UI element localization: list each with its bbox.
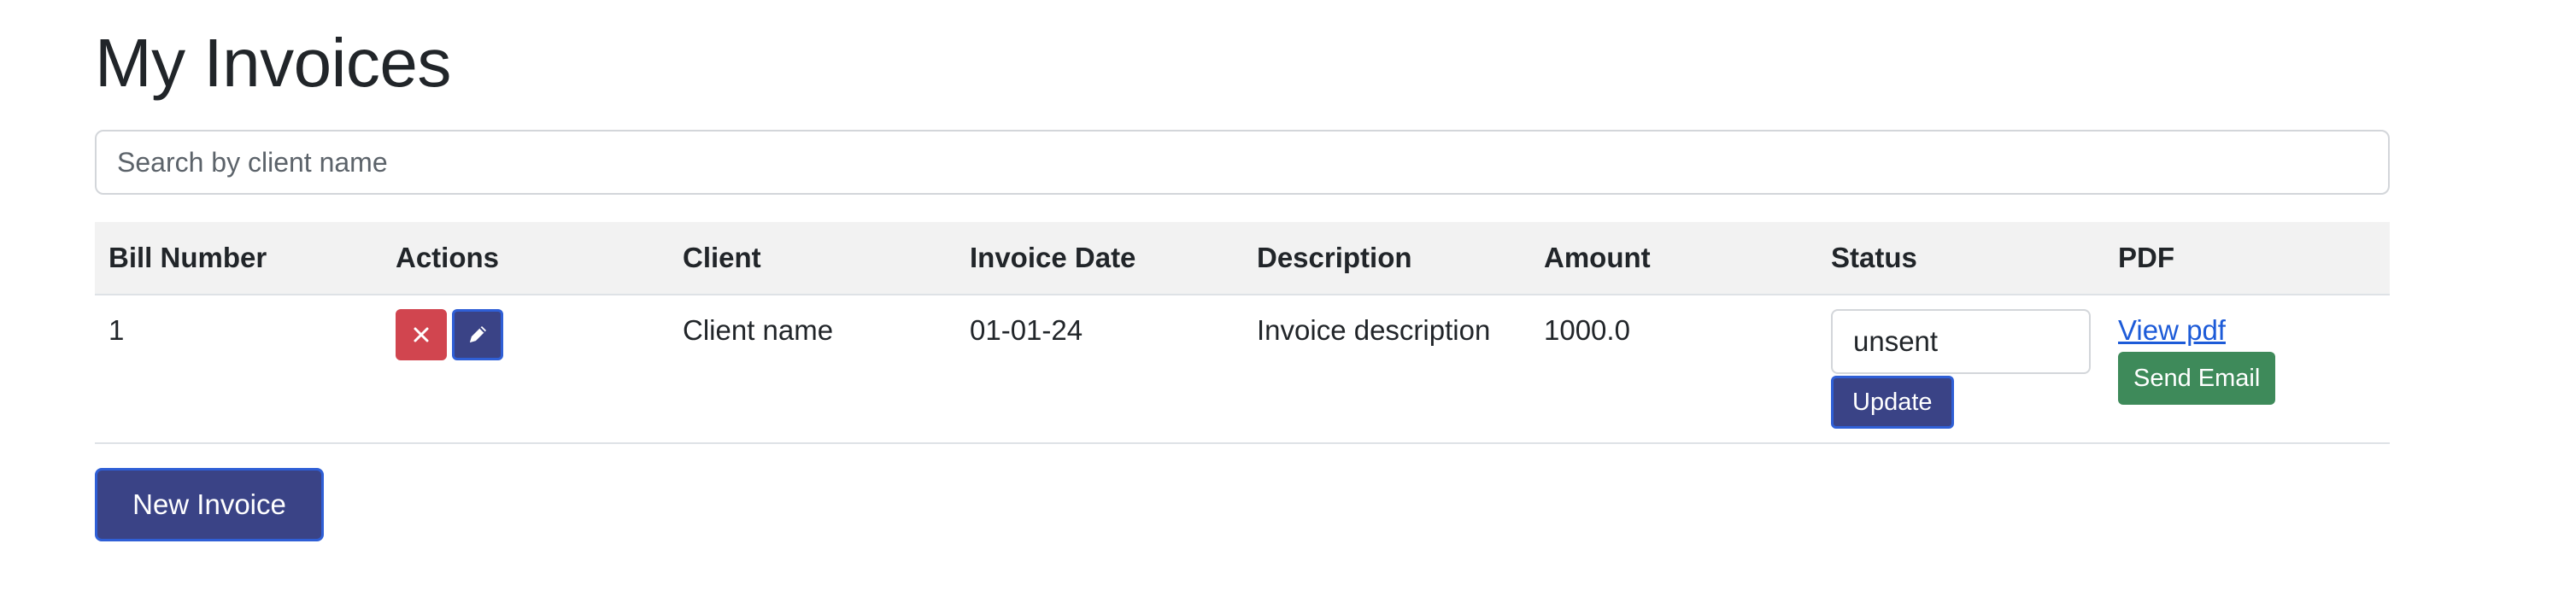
close-icon: [414, 327, 429, 342]
update-button[interactable]: Update: [1831, 376, 1954, 429]
header-invoice-date: Invoice Date: [970, 242, 1136, 273]
status-input[interactable]: [1831, 309, 2091, 374]
cell-client: Client name: [683, 314, 834, 346]
header-client: Client: [683, 242, 761, 273]
cell-bill-number: 1: [109, 314, 125, 346]
cell-invoice-date: 01-01-24: [970, 314, 1083, 346]
search-input[interactable]: [95, 130, 2390, 195]
header-bill-number: Bill Number: [109, 242, 267, 273]
page: My Invoices Bill Number Actions Client I…: [0, 0, 2576, 608]
header-description: Description: [1257, 242, 1412, 273]
delete-button[interactable]: [396, 309, 447, 360]
page-title: My Invoices: [95, 25, 451, 101]
cell-description: Invoice description: [1257, 314, 1491, 346]
send-email-button[interactable]: Send Email: [2118, 352, 2276, 405]
new-invoice-button[interactable]: New Invoice: [95, 468, 324, 541]
view-pdf-link[interactable]: View pdf: [2118, 309, 2226, 352]
table-row: 1 Client name 01-01-24 Invoice descripti…: [95, 295, 2390, 444]
cell-amount: 1000.0: [1544, 314, 1630, 346]
header-amount: Amount: [1544, 242, 1651, 273]
edit-button[interactable]: [452, 309, 503, 360]
pencil-icon: [470, 326, 486, 342]
header-status: Status: [1831, 242, 1917, 273]
header-actions: Actions: [396, 242, 500, 273]
invoices-table: Bill Number Actions Client Invoice Date …: [95, 222, 2390, 444]
table-header: Bill Number Actions Client Invoice Date …: [95, 222, 2390, 295]
header-pdf: PDF: [2118, 242, 2174, 273]
